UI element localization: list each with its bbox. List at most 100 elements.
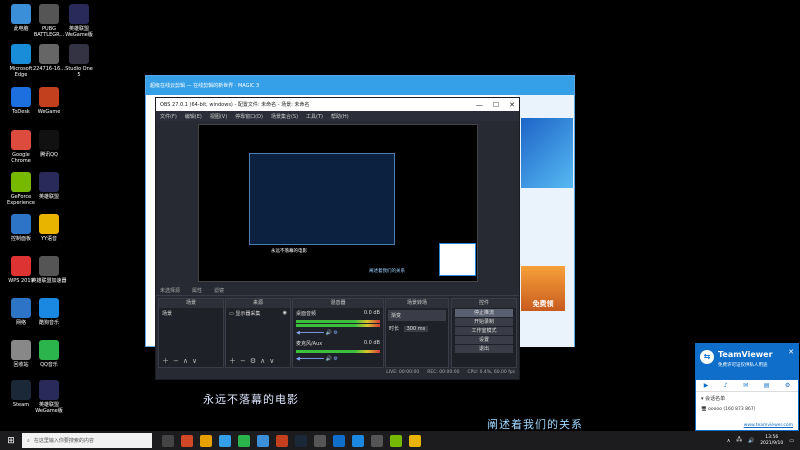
taskbar-app-icon[interactable] (390, 434, 402, 447)
app-icon (11, 172, 31, 192)
subtitle-line-2: 阐述着我们的关系 (487, 418, 583, 431)
obs-title: OBS 27.0.1 (64-bit, windows) - 配置文件: 未命名… (160, 102, 310, 108)
properties-button[interactable]: 属性 (192, 287, 202, 294)
desktop-icon[interactable]: Studio One 5 (61, 44, 97, 78)
maximize-icon[interactable]: ☐ (493, 101, 499, 109)
teamviewer-popup[interactable]: ⇆ TeamViewer 免费许可证仅供私人用途 ✕ ▶ ♪ ✉ ▤ ⚙ ▾ 会… (695, 343, 799, 431)
desktop-icon[interactable]: 英雄联盟 WeGame版 (31, 380, 67, 414)
start-recording-button[interactable]: 开始录制 (455, 318, 513, 326)
taskbar-app-icon[interactable] (295, 434, 307, 447)
app-icon (11, 214, 31, 234)
volume-slider-mic[interactable]: ◀━━━━━━━━ 🔊 ⚙ (293, 354, 383, 364)
desktop: 此电脑 PUBG BATTLEGR... 英雄联盟 WeGame版 Microsoft… (0, 0, 800, 450)
taskbar-app-icon[interactable] (257, 434, 269, 447)
close-icon[interactable]: ✕ (788, 348, 794, 356)
app-icon (11, 130, 31, 150)
studio-mode-button[interactable]: 工作室模式 (455, 327, 513, 335)
video-icon[interactable]: ▶ (704, 382, 709, 389)
app-icon (39, 340, 59, 360)
desktop-icon-label: 英雄联盟 (38, 194, 59, 200)
taskbar-app-icon[interactable] (371, 434, 383, 447)
mic-audio-meter (296, 350, 380, 353)
preview-teamviewer-thumb (439, 243, 476, 276)
transitions-dock: 场景转场 渐变 时长 300 ms (385, 298, 449, 368)
mixer-channel-desktop: 桌面音频 0.0 dB (296, 310, 380, 317)
minimize-icon[interactable]: — (476, 101, 483, 109)
transition-select[interactable]: 渐变 (388, 310, 446, 321)
obs-menu-item[interactable]: 视图(V) (210, 113, 227, 120)
app-icon (39, 172, 59, 192)
taskbar-app-icon[interactable] (314, 434, 326, 447)
app-icon (39, 380, 59, 400)
desktop-icon[interactable]: 英雄联盟加速器 (31, 256, 67, 284)
taskbar-app-icon[interactable] (409, 434, 421, 447)
windows-start-icon[interactable]: ⊞ (0, 436, 22, 446)
source-item[interactable]: ▭ 显示器采集 ◉ (226, 308, 290, 319)
settings-icon[interactable]: ⚙ (785, 382, 790, 389)
app-icon (39, 214, 59, 234)
preview-caption: 永远不落幕的电影 (271, 249, 307, 254)
taskbar-clock[interactable]: 13:56 2021/9/10 (760, 435, 783, 447)
desktop-icon[interactable]: YY语音 (31, 214, 67, 242)
promo-banner[interactable] (521, 118, 573, 188)
taskbar-app-icon[interactable] (352, 434, 364, 447)
obs-titlebar[interactable]: OBS 27.0.1 (64-bit, windows) - 配置文件: 未命名… (156, 98, 519, 111)
settings-button[interactable]: 设置 (455, 336, 513, 344)
close-icon[interactable]: ✕ (509, 101, 515, 109)
teamviewer-link[interactable]: www.teamviewer.com (744, 423, 793, 428)
promo-game-banner[interactable]: 免费领 (521, 266, 565, 311)
obs-menu-item[interactable]: 停靠窗口(D) (235, 113, 263, 120)
taskbar-apps (162, 434, 421, 447)
obs-window[interactable]: OBS 27.0.1 (64-bit, windows) - 配置文件: 未命名… (155, 97, 520, 380)
live-timer: LIVE: 00:00:00 (386, 370, 420, 375)
session-list-header[interactable]: ▾ 会话名单 (696, 392, 798, 405)
desktop-icon-label: QQ音乐 (40, 362, 58, 368)
obs-menu-item[interactable]: 帮助(H) (331, 113, 349, 120)
taskbar-app-icon[interactable] (219, 434, 231, 447)
exit-button[interactable]: 退出 (455, 345, 513, 353)
taskbar-app-icon[interactable] (181, 434, 193, 447)
app-icon (39, 256, 59, 276)
desktop-icon[interactable]: 英雄联盟 (31, 172, 67, 200)
volume-slider-desktop[interactable]: ◀━━━━━━━━ 🔊 ⚙ (293, 328, 383, 338)
obs-statusbar: LIVE: 00:00:00 REC: 00:00:00 CPU: 0.4%, … (156, 370, 519, 379)
desktop-icon[interactable]: QQ音乐 (31, 340, 67, 368)
taskbar-app-icon[interactable] (238, 434, 250, 447)
obs-menu-item[interactable]: 工具(T) (306, 113, 323, 120)
network-icon[interactable]: 🖧 (736, 437, 742, 445)
sources-dock-controls[interactable]: ＋−⚙∧∨ (229, 356, 278, 366)
desktop-icon[interactable]: 酷狗音乐 (31, 298, 67, 326)
duration-input[interactable]: 300 ms (403, 326, 429, 332)
obs-menu-item[interactable]: 场景集合(S) (271, 113, 298, 120)
obs-menu-item[interactable]: 文件(F) (160, 113, 177, 120)
scene-item[interactable]: 场景 (159, 308, 223, 319)
scenes-dock-controls[interactable]: ＋−∧∨ (162, 356, 201, 366)
taskbar-app-icon[interactable] (276, 434, 288, 447)
transition-duration: 时长 300 ms (386, 323, 448, 334)
desktop-icon[interactable]: 英雄联盟 WeGame版 (61, 4, 97, 38)
browser-titlebar[interactable]: 超级在线云剪辑 — 在线剪辑的新世界 · MAGIC 3 (146, 76, 574, 95)
taskbar-app-icon[interactable] (333, 434, 345, 447)
file-icon[interactable]: ▤ (764, 382, 770, 389)
tray-up-arrow-icon[interactable]: ∧ (727, 438, 731, 444)
taskbar-app-icon[interactable] (162, 434, 174, 447)
obs-menu-item[interactable]: 编辑(E) (185, 113, 202, 120)
obs-preview[interactable]: 永远不落幕的电影 阐述着我们的关系 (198, 124, 478, 282)
teamviewer-license: 免费许可证仅供私人用途 (718, 363, 768, 368)
session-contact[interactable]: 🖥 ooooo (160 873 867) (696, 405, 798, 414)
obs-source-toolbar: 未选择源 属性 滤镜 (156, 286, 519, 296)
stop-streaming-button[interactable]: 停止推流 (455, 309, 513, 317)
scenes-dock: 场景 场景 ＋−∧∨ (158, 298, 224, 368)
desktop-icon[interactable]: WeGame (31, 87, 67, 115)
audio-icon[interactable]: ♪ (724, 382, 728, 389)
filters-button[interactable]: 滤镜 (214, 287, 224, 294)
desktop-icon-label: 英雄联盟 WeGame版 (35, 402, 63, 414)
visibility-eye-icon[interactable]: ◉ (283, 310, 287, 316)
volume-icon[interactable]: 🔊 (748, 438, 754, 444)
mixer-header: 混音器 (293, 299, 383, 308)
notification-icon[interactable]: ▭ (789, 438, 794, 444)
chat-icon[interactable]: ✉ (743, 382, 748, 389)
taskbar-app-icon[interactable] (200, 434, 212, 447)
taskbar-search[interactable]: ⌕ 在这里输入你要搜索的内容 (22, 433, 152, 448)
desktop-icon[interactable]: 腾讯QQ (31, 130, 67, 158)
